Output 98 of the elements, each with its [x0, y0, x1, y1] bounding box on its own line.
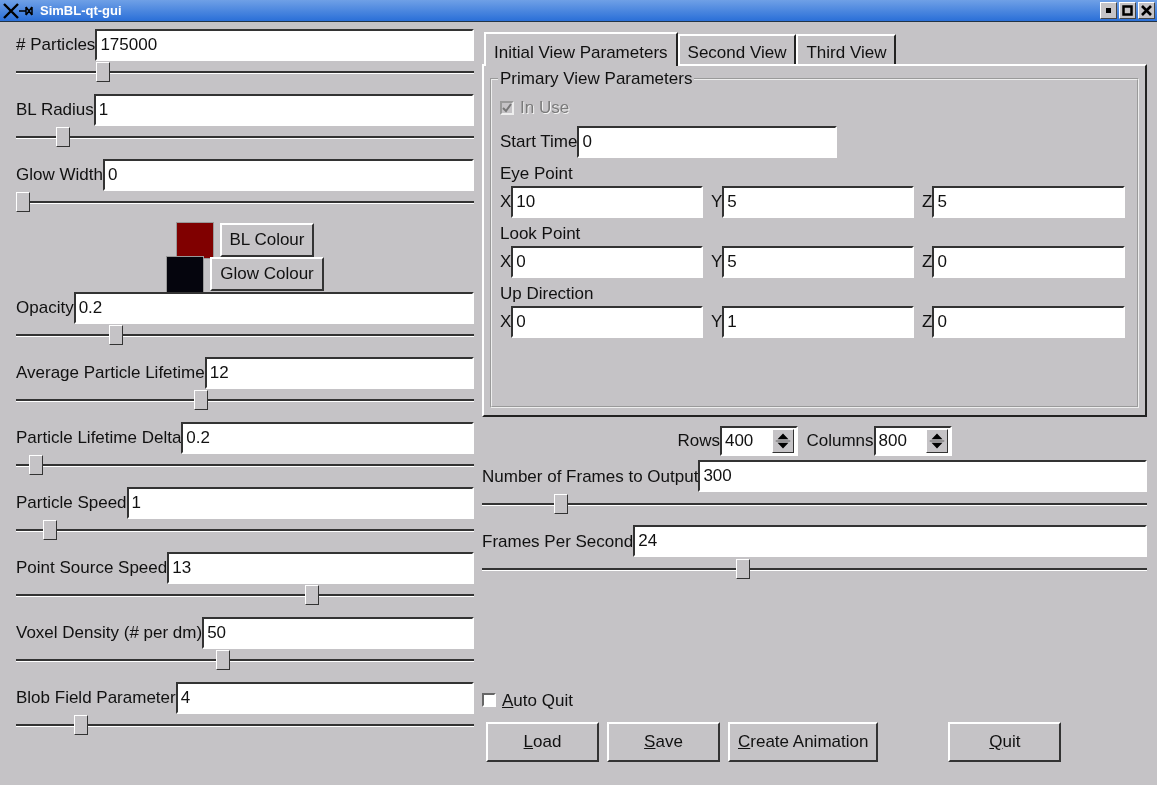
input-field[interactable]: 1	[722, 306, 914, 338]
push-button[interactable]: Create Animation	[728, 721, 879, 762]
input-field[interactable]: 10	[511, 186, 703, 218]
input-field[interactable]: 175000	[95, 28, 474, 61]
close-button[interactable]	[1138, 2, 1155, 19]
input-field[interactable]: 0	[577, 125, 838, 158]
field-label: Average Particle Lifetime	[16, 361, 205, 384]
slider-handle[interactable]	[735, 558, 750, 579]
input-field[interactable]: 0	[511, 306, 703, 338]
slider-handle[interactable]	[304, 585, 319, 605]
input-field[interactable]: 1	[126, 486, 474, 519]
input-field[interactable]: 24	[633, 525, 1147, 558]
axis-label: X	[500, 191, 512, 214]
section-label: Up Direction	[500, 282, 594, 305]
input-field[interactable]: 5	[932, 186, 1125, 218]
checkbox[interactable]	[482, 693, 496, 708]
field-label: Opacity	[16, 296, 74, 319]
input-field[interactable]: 1	[93, 93, 474, 126]
field-label: Rows	[677, 429, 720, 452]
axis-label: Y	[711, 191, 723, 214]
slider-track[interactable]	[482, 557, 1147, 580]
slider-handle[interactable]	[193, 390, 208, 410]
input-field[interactable]: 4	[175, 681, 474, 714]
push-button[interactable]: Quit	[948, 721, 1062, 762]
input-field[interactable]: 5	[722, 246, 914, 278]
slider-handle[interactable]	[73, 715, 88, 735]
axis-label: Z	[922, 311, 933, 334]
field-label: Frames Per Second	[482, 530, 634, 553]
group-title: Primary View Parameters	[499, 70, 694, 87]
slider-track[interactable]	[16, 61, 474, 83]
input-field[interactable]: 12	[204, 356, 474, 389]
field-label: Particle Lifetime Delta	[16, 426, 182, 449]
input-field[interactable]: 0	[932, 246, 1125, 278]
slider-track[interactable]	[16, 519, 474, 541]
app-logo-icon	[2, 1, 36, 20]
input-field[interactable]: 13	[167, 551, 474, 584]
input-field[interactable]: 300	[698, 460, 1147, 493]
slider-track[interactable]	[16, 454, 474, 476]
slider-handle[interactable]	[553, 493, 568, 514]
field-label: BL Radius	[16, 98, 94, 121]
field-label: # Particles	[16, 33, 96, 56]
axis-label: X	[500, 251, 512, 274]
slider-handle[interactable]	[29, 455, 44, 475]
colour-button[interactable]: Glow Colour	[210, 257, 324, 291]
minimize-icon	[1105, 7, 1112, 14]
spin-arrows-icon[interactable]	[925, 428, 948, 453]
field-label: Number of Frames to Output	[482, 465, 699, 488]
slider-track[interactable]	[16, 389, 474, 411]
slider-handle[interactable]	[42, 520, 57, 540]
axis-label: Z	[922, 251, 933, 274]
axis-label: X	[500, 311, 512, 334]
slider-track[interactable]	[482, 492, 1147, 515]
push-button[interactable]: Save	[607, 721, 720, 762]
field-label: Particle Speed	[16, 491, 127, 514]
checkbox-label: Auto Quit	[502, 689, 573, 712]
minimize-button[interactable]	[1100, 2, 1117, 19]
input-field[interactable]: 5	[722, 186, 914, 218]
input-field[interactable]: 0	[102, 158, 474, 191]
axis-label: Y	[711, 311, 723, 334]
spin-box[interactable]: 800	[873, 425, 952, 456]
slider-handle[interactable]	[55, 127, 70, 147]
window-title: SimBL-qt-gui	[40, 1, 122, 20]
field-label: Start Time	[500, 130, 578, 153]
checkbox-label: In Use	[520, 97, 570, 120]
maximize-icon	[1122, 5, 1133, 16]
input-field[interactable]: 0.2	[181, 421, 474, 454]
field-label: Voxel Density (# per dm)	[16, 621, 203, 644]
slider-track[interactable]	[16, 126, 474, 148]
input-field[interactable]: 0.2	[73, 291, 474, 324]
field-label: Blob Field Parameter	[16, 686, 176, 709]
spin-box[interactable]: 400	[719, 425, 798, 456]
input-field[interactable]: 0	[511, 246, 703, 278]
field-label: Glow Width	[16, 163, 103, 186]
tab[interactable]: Second View	[677, 34, 797, 64]
axis-label: Z	[922, 191, 933, 214]
slider-handle[interactable]	[95, 62, 110, 82]
input-field[interactable]: 50	[202, 616, 474, 649]
close-icon	[1141, 5, 1152, 16]
tab[interactable]: Initial View Parameters	[484, 32, 678, 66]
slider-handle[interactable]	[215, 650, 230, 670]
maximize-button[interactable]	[1119, 2, 1136, 19]
field-label: Columns	[806, 429, 874, 452]
slider-track[interactable]	[16, 191, 474, 213]
colour-button[interactable]: BL Colour	[219, 223, 315, 257]
input-field[interactable]: 0	[932, 306, 1125, 338]
slider-handle[interactable]	[109, 325, 124, 345]
section-label: Look Point	[500, 222, 581, 245]
section-label: Eye Point	[500, 162, 573, 185]
slider-track[interactable]	[16, 584, 474, 606]
push-button[interactable]: Load	[486, 721, 599, 762]
slider-track[interactable]	[16, 324, 474, 346]
field-label: Point Source Speed	[16, 556, 168, 579]
spin-arrows-icon[interactable]	[771, 428, 794, 453]
slider-track[interactable]	[16, 649, 474, 671]
slider-handle[interactable]	[16, 192, 30, 212]
tab[interactable]: Third View	[796, 34, 897, 64]
slider-track[interactable]	[16, 714, 474, 736]
axis-label: Y	[711, 251, 723, 274]
